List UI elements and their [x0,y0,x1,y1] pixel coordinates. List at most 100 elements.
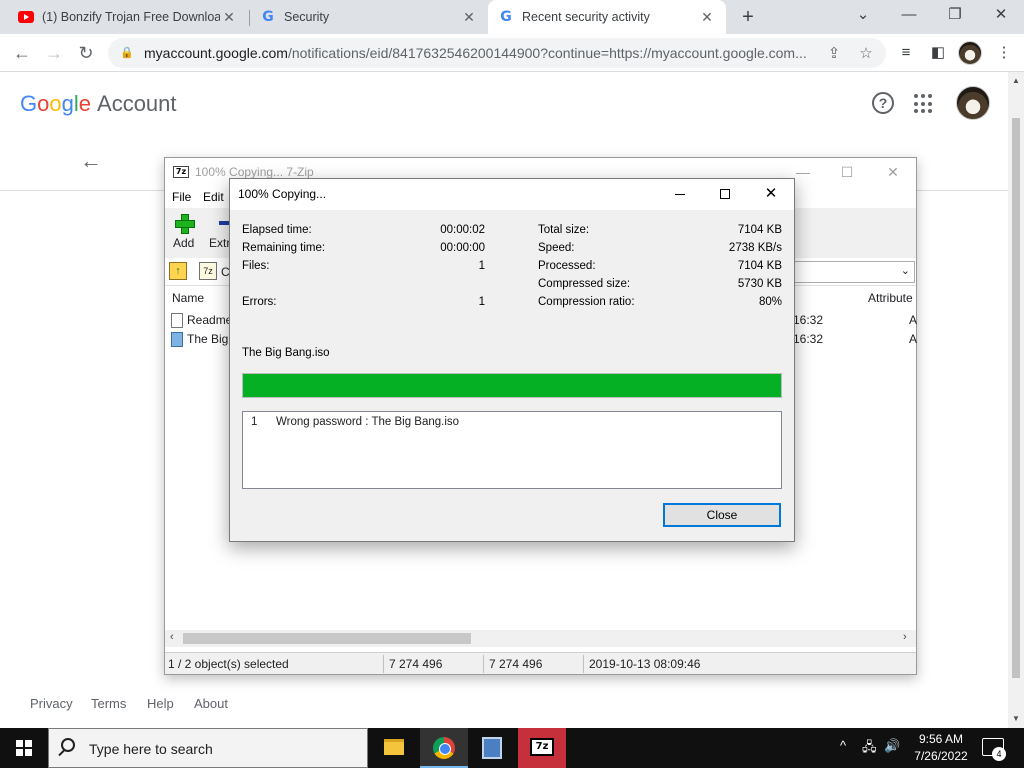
close-tab-icon[interactable]: ✕ [460,8,478,26]
file-row-readme[interactable]: Readme [171,311,232,329]
speed-value: 2738 KB/s [728,242,782,254]
dialog-close-icon[interactable]: ✕ [748,179,794,210]
7zip-maximize-button[interactable]: ☐ [825,160,869,184]
help-icon[interactable]: ? [872,92,894,114]
status-selected: 1 / 2 object(s) selected [168,657,289,671]
url-path: /notifications/eid/8417632546200144900?c… [287,45,807,61]
browser-tab-strip: (1) Bonzify Trojan Free Download ✕ G Sec… [0,0,1024,34]
reload-button[interactable]: ↻ [72,39,100,67]
errors-label: Errors: [242,296,277,308]
tab-search-chevron-icon[interactable]: ⌄ [840,0,886,32]
copying-progress-dialog: 100% Copying... ✕ Elapsed time: 00:00:02… [229,178,795,542]
lock-icon[interactable]: 🔒 [120,46,134,60]
errors-value: 1 [478,296,485,308]
new-tab-button[interactable]: + [736,5,760,29]
restore-button[interactable]: ❐ [932,0,978,32]
minimize-button[interactable]: — [886,0,932,32]
compression-ratio-value: 80% [758,296,782,308]
logo-account-text: Account [97,91,177,116]
footer-terms-link[interactable]: Terms [91,696,126,711]
column-attributes[interactable]: Attribute [868,291,913,305]
search-icon [61,738,75,752]
file-attribute: A [909,313,918,327]
forward-button[interactable]: → [40,39,68,67]
taskbar-media-app[interactable] [468,728,516,768]
file-row-big-bang[interactable]: The Big [171,330,228,348]
footer-privacy-link[interactable]: Privacy [30,696,73,711]
network-icon[interactable]: 🖧 [862,738,877,760]
scroll-right-icon[interactable]: › [903,631,907,643]
menu-kebab-icon[interactable]: ⋮ [994,43,1014,63]
taskbar-7zip[interactable]: 7z [518,728,566,768]
add-button[interactable]: Add [173,214,195,250]
tab-security[interactable]: G Security ✕ [250,0,488,34]
total-size-label: Total size: [538,224,590,236]
show-hidden-icons-chevron-icon[interactable]: ^ [840,738,846,753]
7zip-logo-icon: 7z [173,166,189,178]
logo-letter: o [37,91,50,116]
notification-count-badge: 4 [992,747,1006,761]
menu-file[interactable]: File [172,190,191,204]
page-back-arrow-icon[interactable]: ← [80,148,102,174]
google-apps-icon[interactable] [914,94,934,114]
7zip-icon: 7z [530,738,554,756]
windows-logo-icon [16,740,32,756]
taskbar-search-box[interactable]: Type here to search [48,728,368,768]
logo-letter: g [61,91,74,116]
taskbar-chrome[interactable] [420,728,468,768]
remaining-time-label: Remaining time: [242,242,326,254]
volume-icon[interactable]: 🔊 [884,738,900,754]
column-name[interactable]: Name [172,291,204,305]
chrome-icon [433,737,455,759]
close-tab-icon[interactable]: ✕ [698,8,716,26]
tab-recent-security-activity[interactable]: G Recent security activity ✕ [488,0,726,34]
file-modified: 16:32 [793,313,824,327]
compressed-size-value: 5730 KB [737,278,782,290]
back-button[interactable]: ← [8,39,36,67]
account-avatar[interactable] [956,86,990,120]
7zip-window-title: 100% Copying... 7-Zip [195,165,314,179]
scrollbar-thumb[interactable] [1012,118,1020,678]
file-list-horizontal-scrollbar[interactable]: ‹ › [165,630,916,647]
start-button[interactable] [0,728,48,768]
address-bar[interactable]: 🔒 myaccount.google.com/notifications/eid… [108,38,886,68]
media-queue-icon[interactable]: ≡ [896,43,916,63]
share-icon[interactable]: ⇪ [824,44,844,64]
side-panel-icon[interactable]: ◧ [928,43,948,63]
dialog-maximize-button[interactable] [702,179,748,210]
folder-up-icon[interactable]: ↑ [169,262,187,280]
text-file-icon [171,312,183,328]
scroll-down-icon[interactable]: ▼ [1011,714,1021,723]
tab-youtube[interactable]: (1) Bonzify Trojan Free Download ✕ [8,0,248,34]
page-scrollbar[interactable]: ▲ ▼ [1008,72,1024,728]
taskbar-clock[interactable]: 9:56 AM 7/26/2022 [904,731,978,765]
path-dropdown[interactable]: ⌄ [793,261,915,283]
hscroll-thumb[interactable] [183,633,471,644]
close-tab-icon[interactable]: ✕ [220,8,238,26]
menu-edit[interactable]: Edit [203,190,224,204]
profile-avatar[interactable] [958,41,982,65]
dialog-title-bar[interactable]: 100% Copying... ✕ [230,179,794,210]
footer-help-link[interactable]: Help [147,696,174,711]
close-button[interactable]: Close [663,503,781,527]
processed-label: Processed: [538,260,596,272]
footer-about-link[interactable]: About [194,696,228,711]
scroll-up-icon[interactable]: ▲ [1011,76,1021,85]
youtube-icon [18,11,34,23]
add-button-label: Add [173,236,195,250]
logo-letter: G [20,91,38,116]
7zip-close-button[interactable]: ✕ [871,160,915,184]
dialog-minimize-button[interactable] [657,179,703,210]
google-account-logo[interactable]: Google Account [20,91,177,117]
bookmark-star-icon[interactable]: ☆ [856,44,876,64]
taskbar-file-explorer[interactable] [370,728,418,768]
close-window-button[interactable]: ✕ [978,0,1024,32]
logo-letter: e [78,91,92,116]
error-log-list[interactable]: 1 Wrong password : The Big Bang.iso [242,411,782,489]
tab-title: Recent security activity [522,10,650,24]
7zip-status-bar: 1 / 2 object(s) selected 7 274 496 7 274… [165,652,916,674]
scroll-left-icon[interactable]: ‹ [170,631,174,643]
extract-button[interactable]: Extr [209,214,230,250]
url-text[interactable]: myaccount.google.com/notifications/eid/8… [144,45,824,61]
search-placeholder: Type here to search [89,741,213,757]
